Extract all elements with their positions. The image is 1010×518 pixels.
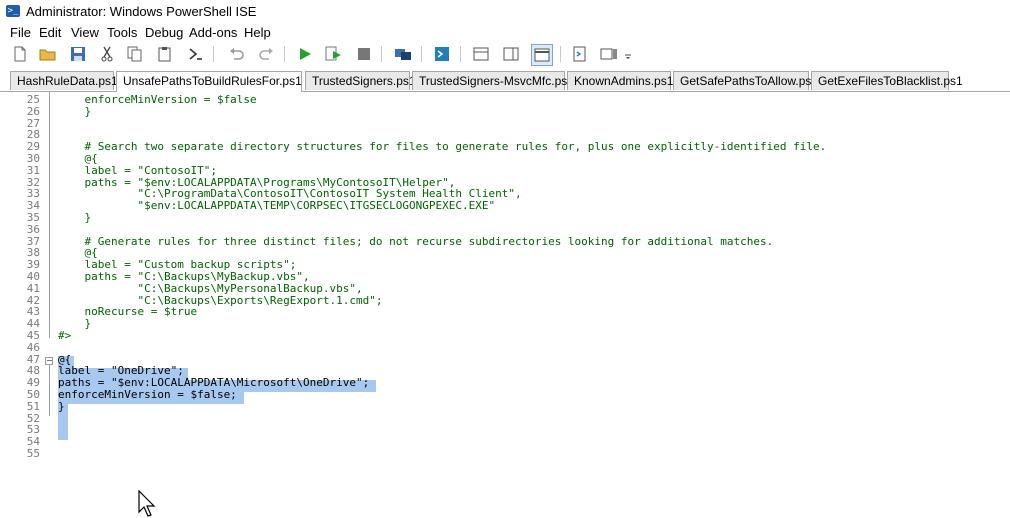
- title-bar: >_ Administrator: Windows PowerShell ISE: [0, 0, 1010, 24]
- mouse-cursor-icon: [138, 490, 156, 517]
- code-line[interactable]: 53: [0, 424, 1010, 436]
- toolbar: [0, 42, 1010, 66]
- tab-label: GetSafePathsToAllow.ps1: [680, 74, 819, 88]
- code-line[interactable]: 27: [0, 117, 1010, 130]
- menu-debug[interactable]: Debug: [145, 25, 183, 40]
- menu-help[interactable]: Help: [244, 25, 271, 40]
- stop-icon[interactable]: [354, 44, 374, 64]
- code-line[interactable]: 50 enforceMinVersion = $false;: [0, 389, 1010, 401]
- menu-bar: File Edit View Tools Debug Add-ons Help: [0, 24, 1010, 42]
- tab-getsafepaths[interactable]: GetSafePathsToAllow.ps1: [673, 71, 818, 90]
- undo-icon[interactable]: [227, 44, 247, 64]
- line-number: 51: [26, 399, 40, 413]
- code-line[interactable]: 25 enforceMinVersion = $false: [0, 94, 1010, 106]
- code-text: }: [58, 211, 92, 224]
- powershell-icon[interactable]: [432, 44, 452, 64]
- code-line[interactable]: 35 }: [0, 212, 1010, 224]
- code-line[interactable]: 41 "C:\Backups\MyPersonalBackup.vbs",: [0, 281, 1010, 295]
- code-text: label = "ContosoIT";: [58, 163, 217, 177]
- tab-label: TrustedSigners-MsvcMfc.ps1: [419, 74, 574, 88]
- code-text: enforceMinVersion = $false;: [58, 388, 237, 401]
- tab-label: GetExeFilesToBlacklist.ps1: [818, 74, 963, 88]
- code-text: }: [58, 104, 92, 118]
- code-line[interactable]: 43 noRecurse = $true: [0, 306, 1010, 318]
- tab-hashruledata[interactable]: HashRuleData.ps1: [10, 71, 118, 90]
- tab-trustedsigners-msvcmfc[interactable]: TrustedSigners-MsvcMfc.ps1: [412, 71, 574, 90]
- powershell-app-icon: >_: [6, 5, 20, 17]
- code-line[interactable]: 46: [0, 340, 1010, 354]
- script-editor[interactable]: − 25 enforceMinVersion = $false 26 } 27 28 2…: [0, 92, 1010, 517]
- line-number: 46: [26, 340, 40, 354]
- tab-getexefiles[interactable]: GetExeFilesToBlacklist.ps1: [811, 71, 963, 90]
- code-line[interactable]: 36: [0, 222, 1010, 236]
- code-text: "C:\Backups\MyPersonalBackup.vbs",: [58, 281, 363, 295]
- tab-label: KnownAdmins.ps1: [574, 74, 674, 88]
- paste-icon[interactable]: [155, 44, 175, 64]
- open-folder-icon[interactable]: [38, 44, 58, 64]
- code-text: # Generate rules for three distinct file…: [58, 234, 774, 248]
- menu-view[interactable]: View: [71, 25, 99, 40]
- code-line[interactable]: 31 label = "ContosoIT";: [0, 163, 1010, 177]
- show-commands-icon[interactable]: [599, 44, 619, 64]
- code-line[interactable]: 55: [0, 448, 1010, 460]
- tab-unsafepaths[interactable]: UnsafePathsToBuildRulesFor.ps1✕: [116, 71, 317, 92]
- pane-right-icon[interactable]: [501, 44, 521, 64]
- new-file-icon[interactable]: [10, 44, 30, 64]
- tab-bar: HashRuleData.ps1 UnsafePathsToBuildRules…: [0, 70, 1010, 92]
- tab-label: HashRuleData.ps1: [17, 74, 118, 88]
- pane-max-icon[interactable]: [531, 44, 553, 66]
- code-line[interactable]: 44 }: [0, 318, 1010, 330]
- line-number: 36: [26, 222, 40, 236]
- menu-addons[interactable]: Add-ons: [189, 25, 237, 40]
- window-title: Administrator: Windows PowerShell ISE: [26, 4, 257, 19]
- menu-tools[interactable]: Tools: [107, 25, 137, 40]
- code-line[interactable]: 45 #>: [0, 330, 1010, 342]
- menu-edit[interactable]: Edit: [39, 25, 61, 40]
- line-number: 31: [26, 163, 40, 177]
- menu-file[interactable]: File: [10, 25, 31, 40]
- code-line[interactable]: 26 }: [0, 104, 1010, 118]
- redo-icon[interactable]: [256, 44, 276, 64]
- save-icon[interactable]: [68, 44, 88, 64]
- code-line[interactable]: 37 # Generate rules for three distinct f…: [0, 234, 1010, 248]
- run-icon[interactable]: [295, 44, 315, 64]
- show-script-icon[interactable]: [570, 44, 590, 64]
- pane-top-icon[interactable]: [471, 44, 491, 64]
- line-number: 55: [26, 447, 40, 460]
- code-text: #>: [58, 329, 72, 342]
- line-number: 26: [26, 104, 40, 118]
- tab-knownadmins[interactable]: KnownAdmins.ps1: [567, 71, 674, 90]
- code-text: }: [58, 399, 65, 413]
- remote-icon[interactable]: [393, 44, 413, 64]
- line-number: 41: [26, 281, 40, 295]
- tab-label: UnsafePathsToBuildRulesFor.ps1: [123, 74, 302, 88]
- copy-icon[interactable]: [125, 44, 145, 64]
- cut-icon[interactable]: [97, 44, 117, 64]
- tab-label: TrustedSigners.ps1: [312, 74, 416, 88]
- clear-icon[interactable]: [185, 44, 205, 64]
- code-line[interactable]: 29 # Search two separate directory struc…: [0, 141, 1010, 153]
- run-selection-icon[interactable]: [324, 44, 344, 64]
- code-line[interactable]: 51}: [0, 399, 1010, 413]
- code-text: "$env:LOCALAPPDATA\TEMP\CORPSEC\ITGSECLO…: [58, 199, 496, 213]
- code-text: # Search two separate directory structur…: [58, 140, 827, 154]
- code-line[interactable]: 54: [0, 436, 1010, 448]
- code-line[interactable]: 52: [0, 412, 1010, 425]
- overflow-icon[interactable]: [622, 44, 634, 64]
- tab-trustedsigners[interactable]: TrustedSigners.ps1: [305, 71, 416, 90]
- code-line[interactable]: 34 "$env:LOCALAPPDATA\TEMP\CORPSEC\ITGSE…: [0, 200, 1010, 212]
